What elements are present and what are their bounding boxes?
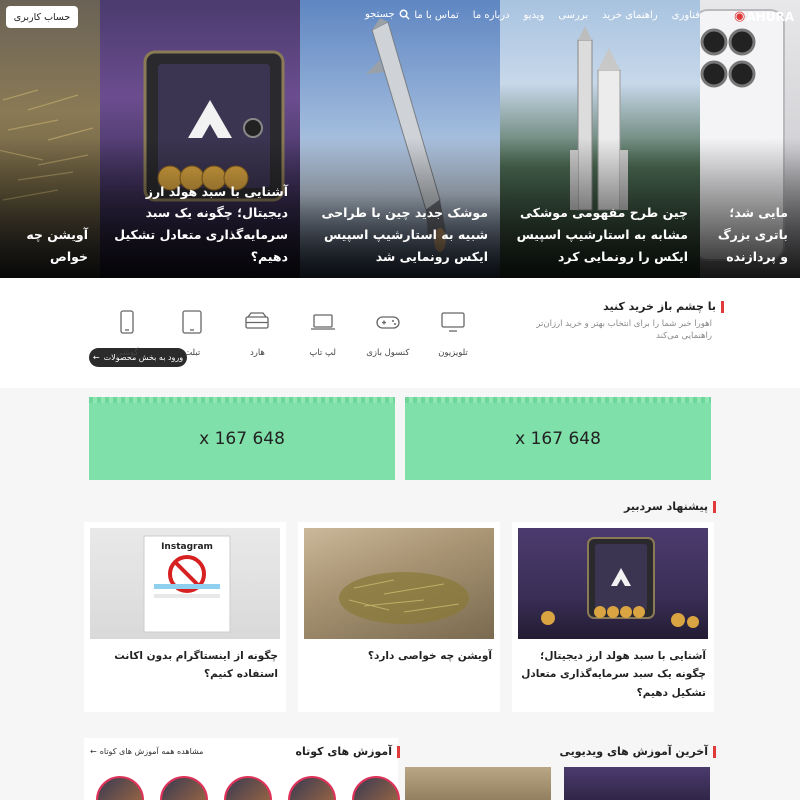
logo-text: AHURA	[746, 9, 794, 24]
arrow-left-icon: ←	[92, 353, 100, 362]
buying-guide-title: با چشم باز خرید کنید	[603, 300, 724, 313]
logo-mark-icon: ◉	[734, 9, 746, 24]
buying-guide-description: اهورا خبر شما را برای انتخاب بهتر و خرید…	[536, 319, 712, 341]
category-mobile[interactable]: گوشی	[100, 308, 154, 358]
card-image: Instagram	[90, 528, 280, 639]
hero-slide-2[interactable]: آشنایی با سبد هولد ارز دیجیتال؛ چگونه یک…	[100, 0, 300, 278]
hero-slide-4[interactable]: چین طرح مفهومی موشکی مشابه به استارشیپ ا…	[500, 0, 700, 278]
story-avatar[interactable]	[352, 776, 400, 800]
site-logo[interactable]: ◉ AHURA	[734, 9, 794, 24]
video-thumbnail[interactable]	[405, 767, 551, 800]
editor-pick-card[interactable]: آویشن چه خواصی دارد؟	[298, 522, 500, 712]
gamepad-icon	[376, 316, 400, 329]
hero-slide-5[interactable]: مایی شد؛ باتری بزرگ و پردازنده	[700, 0, 800, 278]
category-console[interactable]: کنسول بازی	[361, 308, 415, 358]
story-avatar[interactable]	[96, 776, 144, 800]
nav-item-video[interactable]: ویدیو	[524, 10, 545, 21]
nav-item-buying-guide[interactable]: راهنمای خرید	[602, 10, 657, 21]
crypto-safe-image	[541, 537, 699, 628]
search-label: جستجو	[365, 9, 395, 20]
video-thumbnail[interactable]	[564, 767, 710, 800]
hero-caption: آویشن چه خواص	[26, 227, 88, 265]
category-label: تلویزیون	[438, 348, 468, 358]
category-label: لپ تاپ	[309, 348, 336, 358]
search-icon	[399, 9, 410, 20]
card-title: آویشن چه خواصی دارد؟	[367, 650, 492, 662]
hero-caption: آشنایی با سبد هولد ارز دیجیتال؛ چگونه یک…	[114, 183, 288, 265]
short-tutorials-title: آموزش های کوتاه	[295, 745, 400, 758]
category-list: تلویزیون کنسول بازی لپ تاپ هارد تبلت گوش…	[100, 308, 480, 358]
story-avatar[interactable]	[224, 776, 272, 800]
thyme-image	[339, 572, 469, 624]
main-nav: فناوری راهنمای خرید بررسی ویدیو درباره م…	[414, 10, 700, 21]
story-avatar[interactable]	[288, 776, 336, 800]
account-button[interactable]: حساب کاربری	[6, 6, 78, 28]
editor-pick-card[interactable]: آشنایی با سبد هولد ارز دیجیتال؛ چگونه یک…	[512, 522, 714, 712]
category-label: تبلت	[184, 348, 201, 358]
category-label: هارد	[249, 348, 265, 358]
card-title: چگونه از اینستاگرام بدون اکانت استفاده ک…	[114, 650, 278, 681]
category-tablet[interactable]: تبلت	[165, 308, 219, 358]
hero-caption: مایی شد؛ باتری بزرگ و پردازنده	[717, 205, 788, 265]
story-avatar[interactable]	[160, 776, 208, 800]
laptop-icon	[310, 314, 335, 330]
ad-banner-right[interactable]: 648 x 167	[405, 397, 711, 480]
nav-item-tech[interactable]: فناوری	[672, 10, 700, 21]
category-label: گوشی	[115, 348, 139, 358]
nav-item-review[interactable]: بررسی	[558, 10, 588, 21]
editor-pick-card[interactable]: Instagram چگونه از اینستاگرام بدون اکانت…	[84, 522, 286, 712]
card-image	[304, 528, 494, 639]
hero-caption: چین طرح مفهومی موشکی مشابه به استارشیپ ا…	[516, 205, 688, 265]
video-tutorials-title: آخرین آموزش های ویدیویی	[559, 745, 716, 758]
category-hard[interactable]: هارد	[230, 308, 284, 358]
nav-item-about[interactable]: درباره ما	[473, 10, 510, 21]
instagram-logo: Instagram	[161, 542, 213, 552]
hero-slider: آویشن چه خواص آشنایی با سبد هولد ارز دیج…	[0, 0, 800, 278]
tv-icon	[441, 312, 465, 332]
nav-item-contact[interactable]: تماس با ما	[414, 10, 458, 21]
hero-slide-1[interactable]: آویشن چه خواص	[0, 0, 100, 278]
short-tutorial-stories	[96, 776, 400, 800]
arrow-left-icon: ←	[90, 747, 97, 756]
editor-picks-title: پیشنهاد سردبیر	[624, 500, 716, 513]
tablet-icon	[182, 310, 202, 334]
category-laptop[interactable]: لپ تاپ	[296, 308, 350, 358]
buying-guide-section: با چشم باز خرید کنید اهورا خبر شما را بر…	[0, 278, 800, 388]
site-header: ◉ AHURA فناوری راهنمای خرید بررسی ویدیو …	[0, 0, 800, 36]
mobile-icon	[120, 310, 134, 334]
card-image	[518, 528, 708, 639]
ad-banner-left[interactable]: 648 x 167	[89, 397, 395, 480]
hard-drive-icon	[245, 312, 270, 329]
see-all-short-tutorials-link[interactable]: مشاهده همه آموزش های کوتاه ←	[90, 747, 203, 756]
category-tv[interactable]: تلویزیون	[426, 308, 480, 358]
search-button[interactable]: جستجو	[365, 9, 410, 20]
hero-slide-3[interactable]: موشک جدید چین با طراحی شبیه به استارشیپ …	[300, 0, 500, 278]
see-all-label: مشاهده همه آموزش های کوتاه	[99, 747, 204, 756]
hero-caption: موشک جدید چین با طراحی شبیه به استارشیپ …	[321, 205, 488, 265]
category-label: کنسول بازی	[366, 348, 410, 358]
card-title: آشنایی با سبد هولد ارز دیجیتال؛ چگونه یک…	[521, 650, 706, 699]
